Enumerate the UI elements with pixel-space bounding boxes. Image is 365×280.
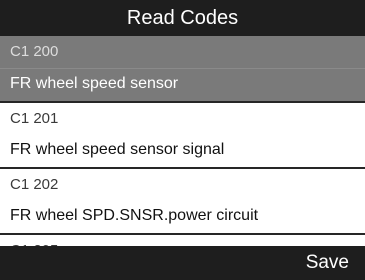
bottom-bar: Save bbox=[0, 246, 365, 280]
title-bar: Read Codes bbox=[0, 0, 365, 36]
read-codes-screen: Read Codes C1 200 FR wheel speed sensor … bbox=[0, 0, 365, 280]
trouble-code: C1 205 bbox=[0, 235, 365, 246]
page-title: Read Codes bbox=[126, 7, 239, 29]
trouble-code-description: FR wheel SPD.SNSR.power circuit bbox=[10, 207, 259, 224]
code-list-item[interactable]: C1 200 FR wheel speed sensor bbox=[0, 36, 365, 103]
trouble-code-description: FR wheel speed sensor bbox=[10, 75, 179, 92]
code-list-item[interactable]: C1 201 FR wheel speed sensor signal bbox=[0, 103, 365, 169]
trouble-code: C1 202 bbox=[10, 176, 59, 193]
trouble-code: C1 201 bbox=[10, 110, 59, 127]
code-list-item[interactable]: C1 202 FR wheel SPD.SNSR.power circuit bbox=[0, 169, 365, 235]
trouble-code-description: FR wheel speed sensor signal bbox=[10, 141, 225, 158]
trouble-code: C1 200 bbox=[0, 36, 365, 69]
save-button[interactable]: Save bbox=[306, 246, 349, 280]
code-list-item[interactable]: C1 205 bbox=[0, 235, 365, 246]
code-list[interactable]: C1 200 FR wheel speed sensor C1 201 FR w… bbox=[0, 36, 365, 246]
